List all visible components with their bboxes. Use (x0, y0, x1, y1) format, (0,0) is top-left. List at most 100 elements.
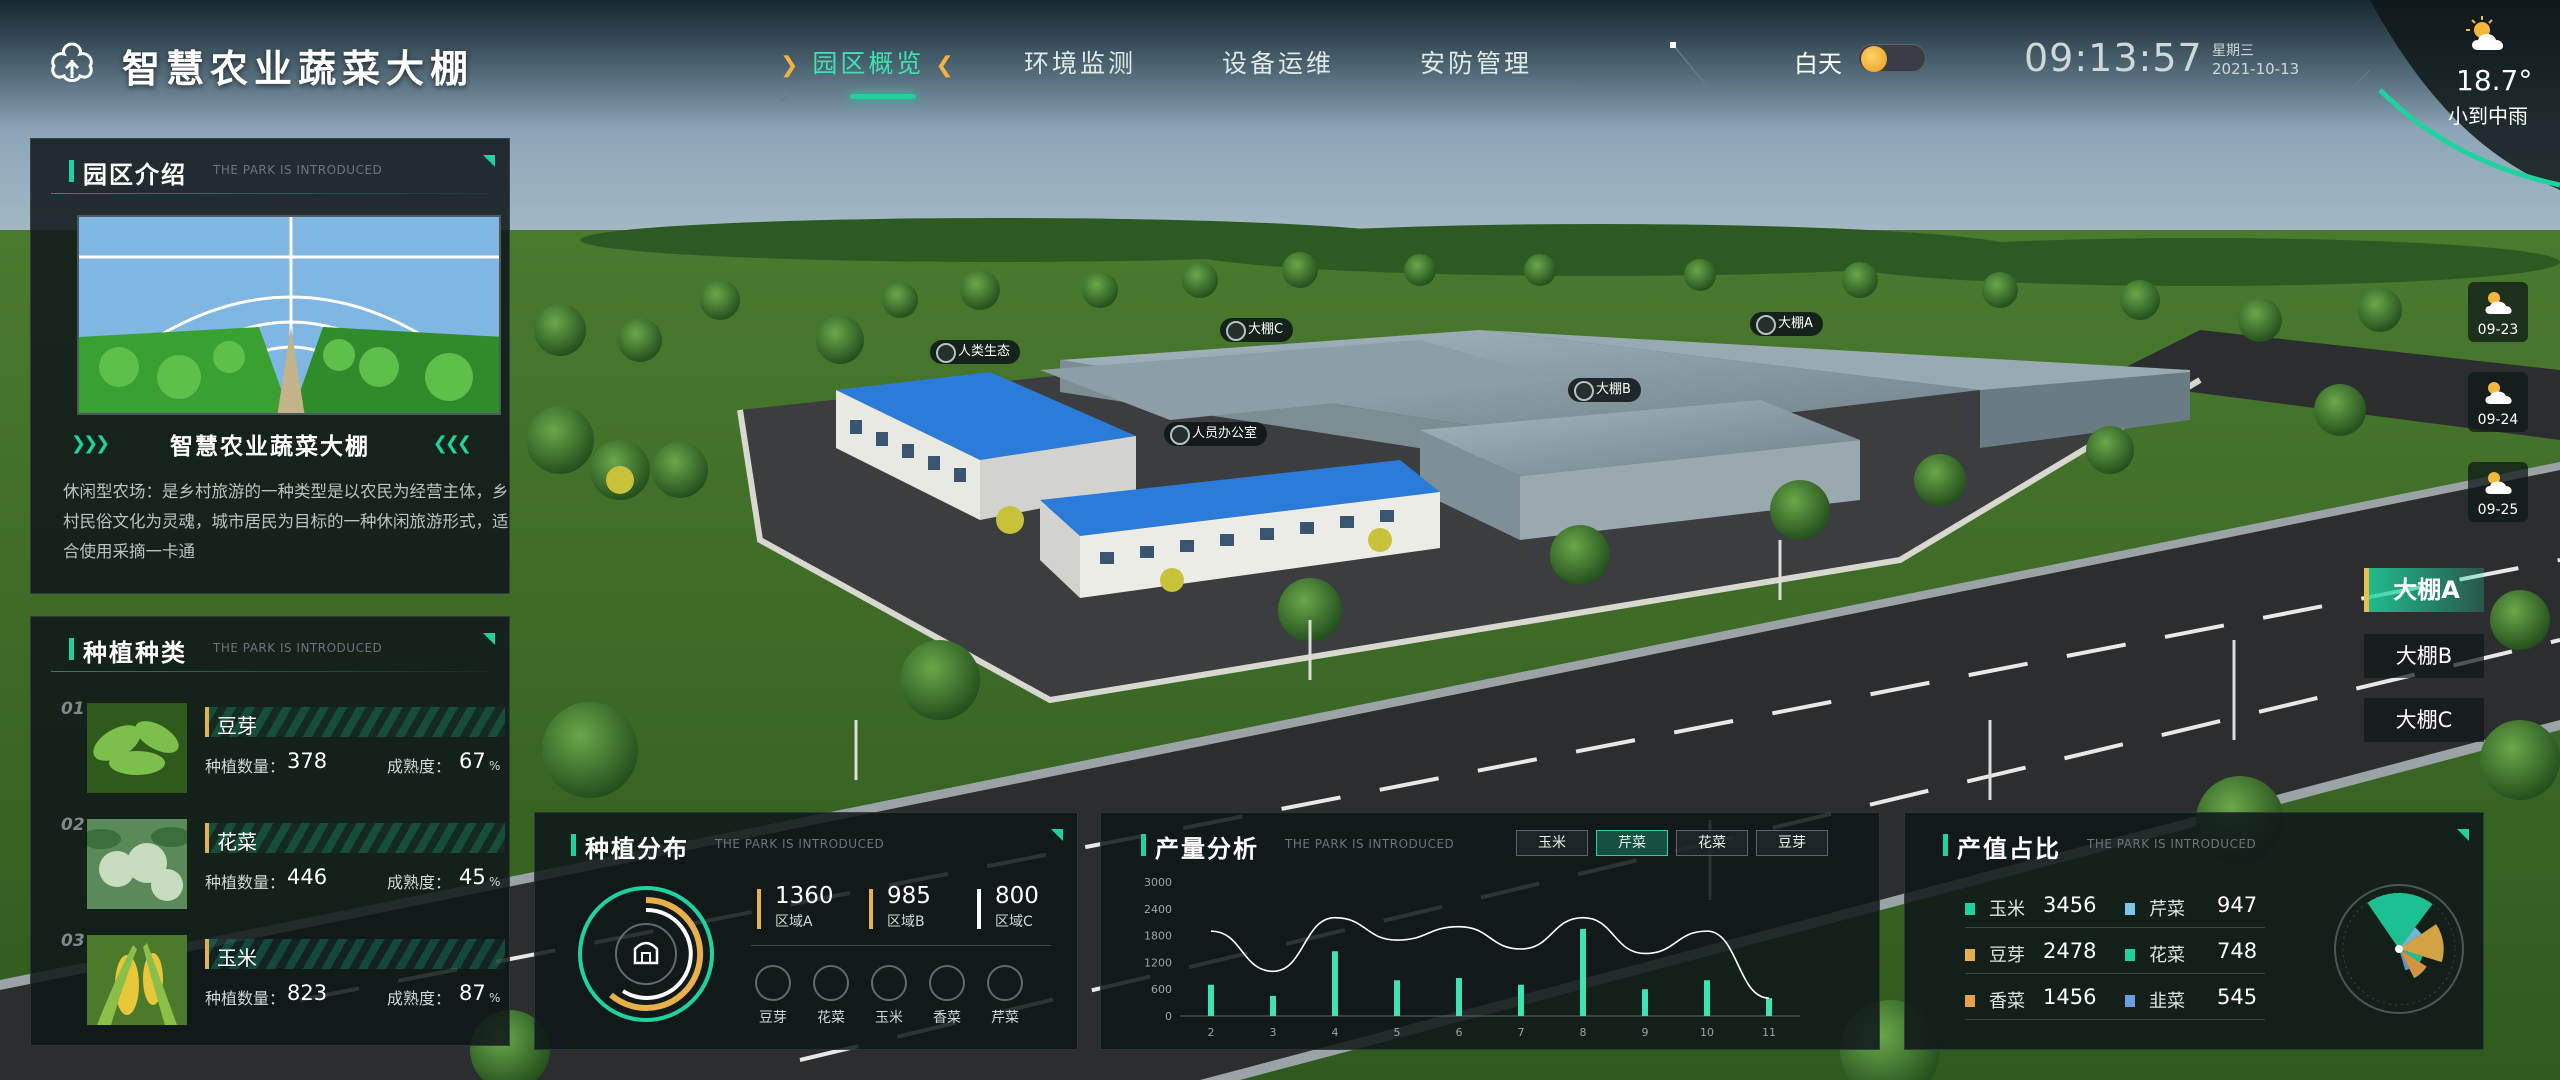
y-tick-label: 1200 (1144, 956, 1172, 969)
filter-cauliflower[interactable]: 花菜 (1676, 830, 1748, 856)
percent-unit: % (489, 875, 501, 889)
bar (1766, 998, 1772, 1016)
y-tick-label: 0 (1165, 1010, 1172, 1023)
cauliflower-image (87, 819, 187, 909)
legend-swatch (2125, 949, 2135, 961)
legend-swatch (2125, 903, 2135, 915)
park-intro-panel: 园区介绍 THE PARK IS INTRODUCED ❯❯❯ 智慧农业蔬菜大棚… (30, 138, 510, 594)
panel-subtitle: THE PARK IS INTRODUCED (1285, 837, 1455, 851)
double-chevron-left-icon: ❮❮❮ (432, 433, 472, 454)
shed-tab-c[interactable]: 大棚C (2364, 698, 2484, 742)
sprout-icon (929, 965, 965, 1001)
nav-item-devices[interactable]: 设备运维 (1222, 44, 1334, 80)
crop-item[interactable]: 03 玉米 种植数量： 823 成熟度： 87 % (55, 929, 515, 1025)
panel-title: 产量分析 (1141, 829, 1259, 864)
forecast-date: 09-25 (2477, 502, 2519, 518)
sprout-icon (813, 965, 849, 1001)
forecast-day[interactable]: 09-25 (2466, 462, 2530, 522)
bar (1332, 951, 1338, 1016)
nav-item-security[interactable]: 安防管理 (1420, 44, 1532, 80)
weather-description: 小到中雨 (2448, 104, 2528, 128)
filter-corn[interactable]: 玉米 (1516, 830, 1588, 856)
crop-index: 03 (61, 931, 85, 951)
greenhouse-icon (633, 941, 659, 965)
qty-value: 823 (287, 981, 328, 1005)
date: 2021-10-13 (2212, 60, 2300, 78)
vegetable-corn[interactable]: 玉米 (869, 965, 909, 1027)
sprout-icon (755, 965, 791, 1001)
qty-value: 446 (287, 865, 328, 889)
greenhouse-photo (77, 215, 501, 415)
percent-unit: % (489, 991, 501, 1005)
x-tick-label: 9 (1642, 1026, 1649, 1039)
forecast-day[interactable]: 09-23 (2466, 282, 2530, 342)
nav-decoration (780, 85, 1580, 103)
divider (751, 945, 1051, 946)
region-label: 区域B (887, 914, 925, 930)
weekday: 星期三 (2212, 43, 2254, 59)
share-value: 1456 (2043, 985, 2097, 1009)
x-tick-label: 2 (1208, 1026, 1215, 1039)
ripeness-value: 67 (459, 749, 486, 773)
bar (1704, 980, 1710, 1016)
panel-title: 种植种类 (69, 633, 187, 668)
nav-item-label: 园区概览 (812, 49, 925, 78)
chevron-left-icon: ❮ (935, 53, 957, 78)
vegetable-celery[interactable]: 芹菜 (985, 965, 1025, 1027)
vegetable-bean-sprout[interactable]: 豆芽 (753, 965, 793, 1027)
shed-tab-a[interactable]: 大棚A (2364, 568, 2484, 612)
panel-subtitle: THE PARK IS INTRODUCED (213, 163, 383, 177)
x-tick-label: 10 (1700, 1026, 1714, 1039)
ripeness-value: 45 (459, 865, 486, 889)
panel-title: 种植分布 (571, 829, 689, 864)
scene-tag[interactable]: 大棚C (1220, 318, 1294, 342)
day-night-toggle[interactable] (1858, 44, 1926, 72)
qty-label: 种植数量： (205, 757, 286, 776)
app-title: 智慧农业蔬菜大棚 (122, 47, 475, 91)
share-name: 花菜 (2149, 945, 2185, 966)
divider (1965, 927, 2265, 928)
shed-tab-b[interactable]: 大棚B (2364, 634, 2484, 678)
divider (1965, 973, 2265, 974)
y-tick-label: 1800 (1144, 930, 1172, 943)
corner-marker (483, 155, 495, 167)
forecast-day[interactable]: 09-24 (2466, 372, 2530, 432)
share-value: 748 (2217, 939, 2258, 963)
bar (1642, 989, 1648, 1016)
nav-item-overview[interactable]: ❯ 园区概览 ❮ (780, 44, 957, 80)
vegetable-coriander[interactable]: 香菜 (927, 965, 967, 1027)
partly-cloudy-icon (2485, 382, 2512, 404)
divider (51, 671, 489, 672)
share-value: 3456 (2043, 893, 2097, 917)
scene-tag[interactable]: 人员办公室 (1164, 422, 1268, 446)
crop-index: 01 (61, 699, 85, 719)
scene-tag[interactable]: 大棚B (1568, 378, 1641, 402)
nav-item-label: 安防管理 (1420, 49, 1533, 78)
crop-index: 02 (61, 815, 85, 835)
sun-icon (1861, 46, 1887, 72)
share-name: 豆芽 (1989, 945, 2025, 966)
value-share-panel: 产值占比 THE PARK IS INTRODUCED 玉米 3456 芹菜 9… (1904, 812, 2484, 1050)
bean-sprout-image (87, 703, 187, 793)
vegetable-cauliflower[interactable]: 花菜 (811, 965, 851, 1027)
value-rose-chart (2334, 884, 2464, 1014)
region-value: 800 (995, 883, 1039, 909)
vegetable-label: 香菜 (933, 1010, 961, 1026)
filter-celery[interactable]: 芹菜 (1596, 830, 1668, 856)
divider (1965, 1019, 2265, 1020)
legend-swatch (1965, 995, 1975, 1007)
panel-subtitle: THE PARK IS INTRODUCED (213, 641, 383, 655)
scene-tag[interactable]: 大棚A (1750, 312, 1823, 336)
legend-swatch (1965, 903, 1975, 915)
nav-item-environment[interactable]: 环境监测 (1024, 44, 1136, 80)
crop-item[interactable]: 01 豆芽 种植数量： 378 成熟度： 67 % (55, 697, 515, 793)
scene-tag[interactable]: 人类生态 (930, 340, 1021, 364)
crop-item[interactable]: 02 花菜 种植数量： 446 成熟度： 45 % (55, 813, 515, 909)
x-tick-label: 11 (1762, 1026, 1776, 1039)
forecast-date: 09-24 (2477, 412, 2519, 428)
bar (1580, 928, 1586, 1016)
partly-cloudy-icon (2466, 16, 2504, 50)
bar (1456, 978, 1462, 1016)
filter-bean-sprout[interactable]: 豆芽 (1756, 830, 1828, 856)
forecast-date: 09-23 (2477, 322, 2519, 338)
